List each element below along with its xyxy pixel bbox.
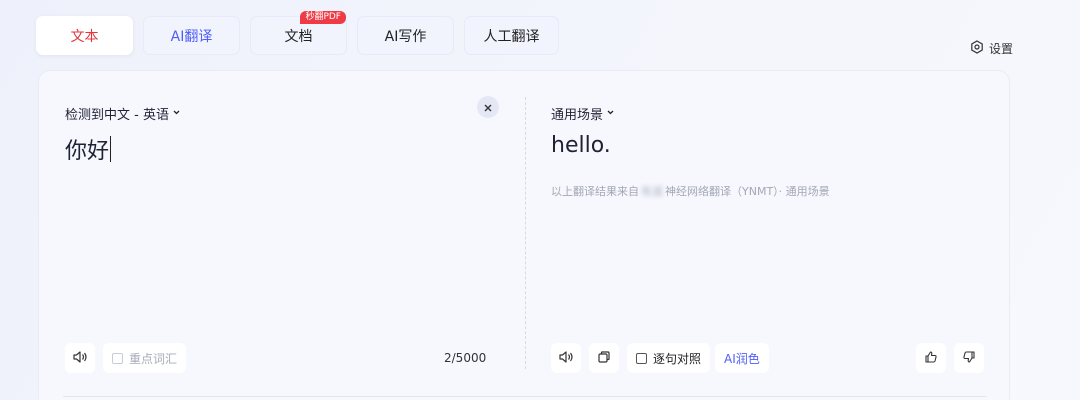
tab-human-translate[interactable]: 人工翻译 bbox=[464, 16, 559, 55]
tab-ai-translate[interactable]: AI翻译 bbox=[143, 16, 240, 55]
engine-note-suffix: 神经网络翻译（YNMT）· 通用场景 bbox=[665, 185, 830, 198]
speaker-icon bbox=[72, 349, 88, 368]
tab-text-label: 文本 bbox=[70, 28, 99, 45]
copy-button[interactable] bbox=[589, 343, 619, 373]
target-speak-button[interactable] bbox=[551, 343, 581, 373]
clear-button[interactable] bbox=[477, 96, 499, 118]
key-words-label: 重点词汇 bbox=[129, 351, 178, 366]
sentence-compare-toggle[interactable]: 逐句对照 bbox=[627, 343, 711, 373]
panel-divider bbox=[525, 97, 526, 369]
tab-ai-writing[interactable]: AI写作 bbox=[357, 16, 454, 55]
copy-icon bbox=[597, 349, 611, 368]
thumbs-down-button[interactable] bbox=[954, 343, 984, 373]
ai-polish-label: AI润色 bbox=[724, 351, 760, 366]
pdf-badge: 秒翻PDF bbox=[300, 11, 346, 24]
sentence-compare-label: 逐句对照 bbox=[653, 351, 702, 366]
gear-icon bbox=[970, 40, 984, 57]
engine-note-prefix: 以上翻译结果来自 bbox=[551, 185, 639, 198]
checkbox-icon bbox=[636, 352, 647, 364]
chevron-down-icon bbox=[606, 106, 615, 121]
tab-ai-writing-label: AI写作 bbox=[384, 28, 427, 45]
source-language-select[interactable]: 检测到中文 - 英语 bbox=[65, 104, 181, 123]
tab-document-label: 文档 bbox=[284, 28, 313, 45]
thumbs-down-icon bbox=[962, 349, 976, 368]
bottom-divider bbox=[63, 396, 987, 397]
ai-polish-button[interactable]: AI润色 bbox=[715, 343, 769, 373]
checkbox-icon bbox=[112, 352, 123, 364]
key-words-toggle[interactable]: 重点词汇 bbox=[103, 343, 187, 373]
translation-output: hello. bbox=[551, 133, 611, 158]
engine-brand-blurred: 有道 bbox=[641, 185, 663, 198]
engine-note: 以上翻译结果来自 有道 神经网络翻译（YNMT）· 通用场景 bbox=[551, 183, 830, 199]
source-speak-button[interactable] bbox=[65, 343, 95, 373]
scene-label: 通用场景 bbox=[551, 108, 604, 123]
source-text-input[interactable]: 你好 bbox=[65, 133, 112, 165]
chevron-down-icon bbox=[172, 106, 181, 121]
tab-ai-translate-label: AI翻译 bbox=[170, 28, 213, 45]
source-language-label: 检测到中文 - 英语 bbox=[65, 108, 169, 123]
speaker-icon bbox=[558, 349, 574, 368]
thumbs-up-icon bbox=[924, 349, 938, 368]
thumbs-up-button[interactable] bbox=[916, 343, 946, 373]
settings-button[interactable]: 设置 bbox=[970, 40, 1013, 57]
settings-label: 设置 bbox=[989, 42, 1014, 56]
translate-panel: 检测到中文 - 英语 你好 重点词汇 2/5000 通用场景 hello. 以上… bbox=[38, 70, 1010, 400]
mode-tabs: 文本 AI翻译 文档 秒翻PDF AI写作 人工翻译 bbox=[36, 11, 559, 55]
tab-document[interactable]: 文档 秒翻PDF bbox=[250, 11, 347, 55]
tab-text[interactable]: 文本 bbox=[36, 16, 133, 55]
close-icon bbox=[483, 98, 493, 117]
scene-select[interactable]: 通用场景 bbox=[551, 104, 615, 123]
char-counter: 2/5000 bbox=[444, 351, 487, 365]
source-text: 你好 bbox=[65, 139, 110, 164]
text-caret bbox=[110, 136, 112, 162]
tab-human-translate-label: 人工翻译 bbox=[483, 28, 540, 45]
